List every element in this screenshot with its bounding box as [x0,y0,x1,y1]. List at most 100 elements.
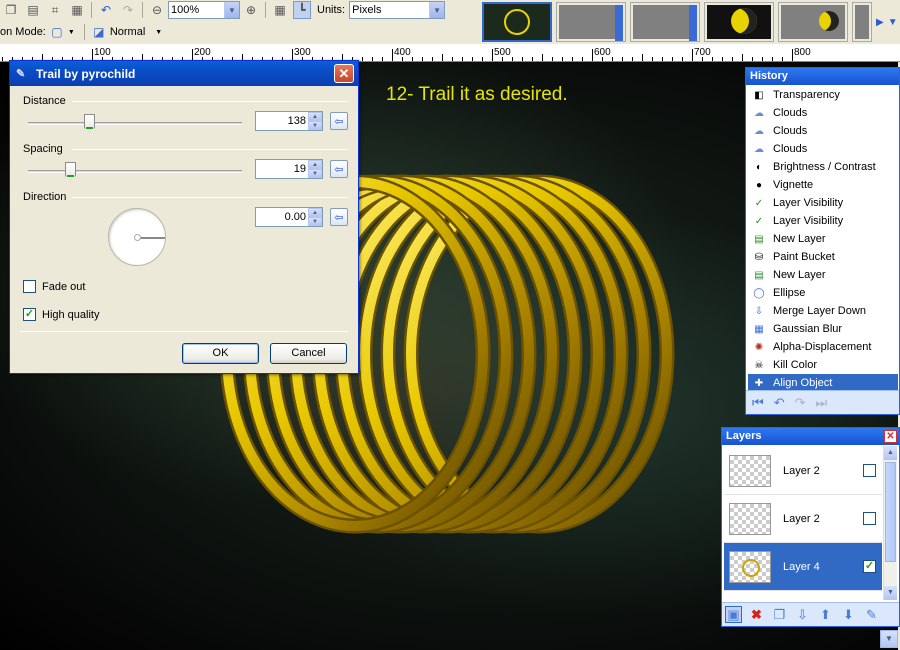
layer-row[interactable]: Layer 4 ✓ [724,543,882,591]
history-item[interactable]: ✺ Alpha-Displacement [748,338,898,356]
layer-visibility-checkbox[interactable]: ✓ [863,560,876,573]
spacing-spinner[interactable]: ▲ ▼ [308,160,322,178]
spacing-input[interactable]: ▲ ▼ [255,159,323,179]
history-item[interactable]: ☠ Kill Color [748,356,898,374]
spin-up-icon[interactable]: ▲ [308,160,322,169]
units-combo[interactable]: Pixels ▼ [349,1,446,19]
image-thumb-current[interactable] [482,2,552,42]
close-icon[interactable]: ✕ [884,430,897,443]
fast-forward-icon[interactable]: ⏭ [816,395,828,411]
high-quality-checkbox[interactable]: ✓ High quality [23,308,99,321]
move-down-icon[interactable]: ⬇ [840,606,857,623]
scroll-down-icon[interactable]: ▼ [880,630,898,648]
history-item[interactable]: ☁ Clouds [748,140,898,158]
chevron-right-icon[interactable]: ▶ [876,17,884,28]
add-layer-icon[interactable]: ▣ [725,606,742,623]
ring-thumbnail-icon [504,9,530,35]
image-thumb[interactable] [778,2,848,42]
dialog-titlebar[interactable]: ✎ Trail by pyrochild [10,61,358,86]
direction-field[interactable] [256,208,308,226]
history-item[interactable]: ✓ Layer Visibility [748,194,898,212]
history-item[interactable]: ◧ Transparency [748,86,898,104]
image-thumb[interactable] [630,2,700,42]
layer-visibility-checkbox[interactable] [863,464,876,477]
history-item[interactable]: ☁ Clouds [748,104,898,122]
blend-mode-icon[interactable]: ◪ [90,23,108,41]
screenshot-thumbnail-icon [633,5,697,39]
undo-icon[interactable]: ↶ [774,395,785,411]
move-up-icon[interactable]: ⬆ [817,606,834,623]
history-item[interactable]: ⇩ Merge Layer Down [748,302,898,320]
selection-mode-icon[interactable]: ▢ [48,23,66,41]
spin-up-icon[interactable]: ▲ [308,112,322,121]
blend-mode-value[interactable]: Normal [110,26,145,38]
zoom-combo[interactable]: 100% ▼ [168,1,240,19]
delete-layer-icon[interactable]: ✖ [748,606,765,623]
chevron-down-icon[interactable]: ▼ [888,17,898,28]
redo-icon[interactable]: ↷ [119,1,137,19]
duplicate-layer-icon[interactable]: ❐ [771,606,788,623]
image-thumb[interactable] [852,2,872,42]
layer-row[interactable]: Layer 2 [724,495,882,543]
crop-icon[interactable]: ⌗ [46,1,64,19]
spacing-field[interactable] [256,160,308,178]
spin-down-icon[interactable]: ▼ [308,169,322,178]
paste-icon[interactable]: ▤ [24,1,42,19]
history-item[interactable]: ▤ New Layer [748,266,898,284]
zoom-in-icon[interactable]: ⊕ [242,1,260,19]
direction-input[interactable]: ▲ ▼ [255,207,323,227]
scroll-up-icon[interactable]: ▲ [884,446,897,460]
scroll-thumb[interactable] [885,462,896,562]
spacing-slider-handle[interactable] [65,162,76,182]
distance-slider-track[interactable] [28,122,242,125]
ruler-icon[interactable]: ┗ [293,1,311,19]
fade-out-checkbox[interactable]: Fade out [23,280,85,293]
distance-field[interactable] [256,112,308,130]
grid-icon[interactable]: ▦ [271,1,289,19]
distance-reset-button[interactable]: ⇦ [330,112,348,130]
rewind-icon[interactable]: ⏮ [752,395,764,411]
image-thumb[interactable] [556,2,626,42]
image-thumb[interactable] [704,2,774,42]
spin-up-icon[interactable]: ▲ [308,208,322,217]
deselect-icon[interactable]: ▦ [68,1,86,19]
history-item[interactable]: ▤ New Layer [748,230,898,248]
chevron-down-icon[interactable]: ▼ [429,2,445,18]
history-item[interactable]: ⛁ Paint Bucket [748,248,898,266]
history-item[interactable]: ◐ Brightness / Contrast [748,158,898,176]
history-item[interactable]: ☁ Clouds [748,122,898,140]
spin-down-icon[interactable]: ▼ [308,217,322,226]
scroll-down-icon[interactable]: ▼ [884,586,897,600]
merge-down-icon[interactable]: ⇩ [794,606,811,623]
chevron-down-icon[interactable]: ▼ [68,29,75,36]
zoom-out-icon[interactable]: ⊖ [148,1,166,19]
direction-dial[interactable] [108,208,166,266]
copy-icon[interactable]: ❐ [2,1,20,19]
checkbox-box[interactable] [23,280,36,293]
layer-properties-icon[interactable]: ✎ [863,606,880,623]
layer-row[interactable]: Layer 2 [724,447,882,495]
direction-spinner[interactable]: ▲ ▼ [308,208,322,226]
distance-spinner[interactable]: ▲ ▼ [308,112,322,130]
chevron-down-icon[interactable]: ▼ [155,29,162,36]
direction-reset-button[interactable]: ⇦ [330,208,348,226]
history-item[interactable]: ◯ Ellipse [748,284,898,302]
ok-button[interactable]: OK [182,343,259,364]
close-button[interactable]: ✕ [334,64,354,83]
redo-icon[interactable]: ↷ [795,395,806,411]
spacing-reset-button[interactable]: ⇦ [330,160,348,178]
distance-slider-handle[interactable] [84,114,95,134]
checkbox-box[interactable]: ✓ [23,308,36,321]
history-item[interactable]: ▦ Gaussian Blur [748,320,898,338]
undo-icon[interactable]: ↶ [97,1,115,19]
history-item[interactable]: ● Vignette [748,176,898,194]
cancel-button[interactable]: Cancel [270,343,347,364]
distance-input[interactable]: ▲ ▼ [255,111,323,131]
chevron-down-icon[interactable]: ▼ [224,2,239,18]
spacing-slider-track[interactable] [28,170,242,173]
layers-scrollbar[interactable]: ▲ ▼ [883,446,897,600]
layer-visibility-checkbox[interactable] [863,512,876,525]
ruler-minor-mark [602,57,603,61]
history-item[interactable]: ✓ Layer Visibility [748,212,898,230]
spin-down-icon[interactable]: ▼ [308,121,322,130]
